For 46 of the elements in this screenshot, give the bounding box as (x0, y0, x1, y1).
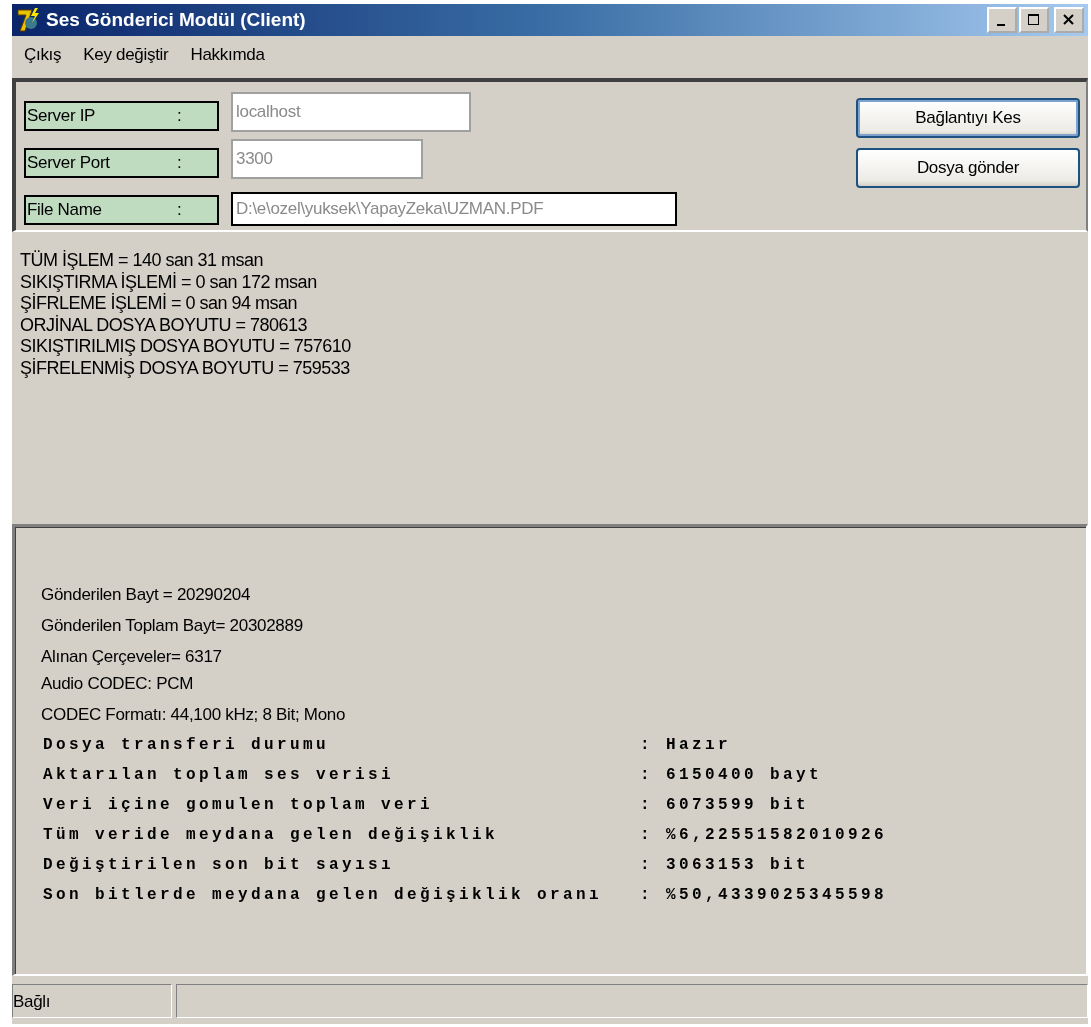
report-value: : 6150400 bayt (640, 765, 824, 786)
report-label: Aktarılan toplam ses verisi (43, 765, 396, 786)
input-field[interactable]: 3300 (231, 139, 423, 179)
menu-item[interactable]: Hakkımda (190, 45, 265, 65)
close-button[interactable] (1054, 7, 1084, 33)
status-text: Bağlı (12, 984, 172, 1018)
info-line: Gönderilen Bayt = 20290204 (41, 584, 252, 606)
colon-text: : (177, 153, 182, 173)
input-field[interactable]: D:\e\ozel\yuksek\YapayZeka\UZMAN.PDF (231, 192, 677, 226)
info-line: CODEC Formatı: 44,100 kHz; 8 Bit; Mono (41, 704, 347, 726)
field-label: Server Port (27, 153, 111, 173)
report-label: Son bitlerde meydana gelen değişiklik oranı (43, 885, 604, 906)
window-title: Ses Gönderici Modül (Client) (46, 9, 307, 31)
stat-line: SIKIŞTIRILMIŞ DOSYA BOYUTU = 757610 (20, 336, 352, 358)
colon-text: : (177, 106, 182, 126)
minimize-icon (996, 24, 1005, 26)
stat-line: ŞİFRLEME İŞLEMİ = 0 san 94 msan (20, 293, 299, 315)
info-line: Audio CODEC: PCM (41, 673, 195, 695)
field-label: File Name (27, 200, 103, 220)
input-field[interactable]: localhost (231, 92, 471, 132)
report-value: : %50,4339025345598 (640, 885, 889, 906)
report-value: : 3063153 bit (640, 855, 811, 876)
menu-item[interactable]: Key değiştir (83, 45, 169, 65)
action-button[interactable]: Bağlantıyı Kes (856, 98, 1080, 138)
app-icon (16, 7, 42, 33)
stat-line: ORJİNAL DOSYA BOYUTU = 780613 (20, 314, 309, 336)
stat-line: TÜM İŞLEM = 140 san 31 msan (20, 250, 265, 272)
maximize-icon (1028, 14, 1040, 26)
report-value: : %6,22551582010926 (640, 825, 889, 846)
report-label: Dosya transferi durumu (43, 735, 331, 756)
report-label: Değiştirilen son bit sayısı (43, 855, 396, 876)
report-label: Tüm veride meydana gelen değişiklik (43, 825, 500, 846)
stat-line: SIKIŞTIRMA İŞLEMİ = 0 san 172 msan (20, 271, 318, 293)
colon-text: : (177, 200, 182, 220)
report-label: Veri içine gomulen toplam veri (43, 795, 435, 816)
maximize-button[interactable] (1019, 7, 1049, 33)
info-line: Gönderilen Toplam Bayt= 20302889 (41, 615, 304, 637)
close-icon (1063, 14, 1075, 26)
info-line: Alınan Çerçeveler= 6317 (41, 646, 223, 668)
stat-line: ŞİFRELENMİŞ DOSYA BOYUTU = 759533 (20, 357, 351, 379)
report-value: : 6073599 bit (640, 795, 811, 816)
action-button[interactable]: Dosya gönder (856, 148, 1080, 188)
field-label: Server IP (27, 106, 97, 126)
menu-item[interactable]: Çıkış (24, 45, 62, 65)
minimize-button[interactable] (987, 7, 1017, 33)
report-value: : Hazır (640, 735, 732, 756)
